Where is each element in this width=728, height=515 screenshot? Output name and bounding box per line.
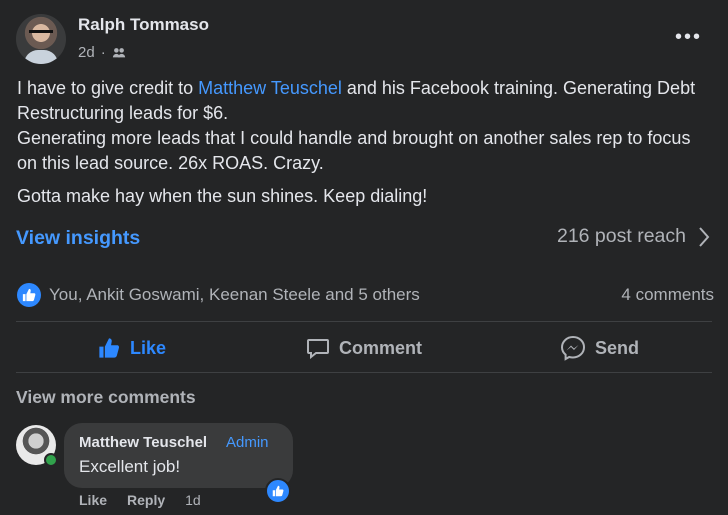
post-text-segment: I have to give credit to [17, 78, 199, 98]
view-insights-link[interactable]: View insights [16, 227, 140, 250]
comment-like-button[interactable]: Like [79, 492, 107, 508]
post-paragraph-1: I have to give credit to Matthew Teusche… [17, 76, 707, 176]
comment-time[interactable]: 1d [185, 492, 201, 508]
comments-count-link[interactable]: 4 comments [621, 285, 714, 305]
comment-like-reaction-icon[interactable] [265, 478, 291, 504]
commenter-name[interactable]: Matthew Teuschel [79, 434, 207, 451]
post-paragraph-2: Gotta make hay when the sun shines. Keep… [17, 186, 428, 206]
post-body: I have to give credit to Matthew Teusche… [17, 76, 707, 217]
post-meta: 2d · [78, 44, 126, 61]
view-more-comments-link[interactable]: View more comments [16, 387, 196, 408]
comment-reply-button[interactable]: Reply [127, 492, 165, 508]
messenger-icon [560, 335, 586, 361]
divider [16, 321, 712, 322]
dot-separator: · [100, 44, 106, 61]
comment-bubble [64, 423, 293, 488]
author-name[interactable]: Ralph Tommaso [78, 15, 209, 35]
post-text-segment: Generating more leads that I could handl… [17, 128, 691, 173]
comment-text: Excellent job! [79, 457, 181, 476]
post-reach-link[interactable]: 216 post reach [557, 225, 710, 248]
thumbs-up-icon [99, 338, 120, 358]
like-button[interactable]: Like [97, 333, 166, 363]
like-button-label: Like [130, 337, 167, 358]
like-reaction-icon [17, 283, 41, 307]
send-button-label: Send [595, 337, 640, 358]
online-status-indicator [44, 453, 58, 467]
more-options-icon[interactable]: ••• [675, 26, 702, 49]
author-avatar[interactable] [16, 14, 66, 64]
chevron-right-icon [699, 226, 710, 247]
send-button[interactable]: Send [560, 333, 639, 363]
post-time[interactable]: 2d [78, 44, 95, 61]
reactions-summary[interactable]: You, Ankit Goswami, Keenan Steele and 5 … [17, 283, 420, 307]
admin-badge: Admin [226, 434, 269, 451]
comment-actions: Like Reply 1d [79, 492, 201, 508]
post-reach-label: 216 post reach [556, 225, 686, 247]
divider [16, 372, 712, 373]
friends-icon [112, 47, 125, 57]
comment-button-label: Comment [339, 337, 423, 358]
comment-icon [307, 339, 329, 359]
reactions-label: You, Ankit Goswami, Keenan Steele and 5 … [49, 285, 420, 304]
comment-button[interactable]: Comment [306, 333, 422, 363]
mention-link[interactable]: Matthew Teuschel [198, 78, 342, 98]
